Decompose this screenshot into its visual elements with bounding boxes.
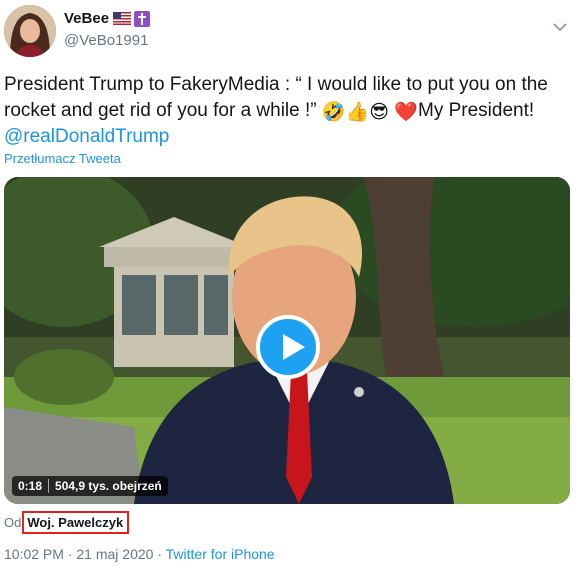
video-meta-bar: 0:18 504,9 tys. obejrzeń bbox=[12, 476, 168, 496]
tweet-header: VeBee @VeBo1991 bbox=[0, 0, 579, 60]
display-name-text[interactable]: VeBee bbox=[64, 10, 109, 27]
play-button[interactable] bbox=[256, 315, 320, 379]
tweet-date[interactable]: 21 maj 2020 bbox=[76, 546, 153, 562]
chevron-down-icon[interactable] bbox=[553, 22, 567, 32]
source-prefix: Od bbox=[4, 515, 22, 530]
cross-badge-icon bbox=[134, 10, 151, 27]
rofl-emoji-icon: 🤣 bbox=[321, 102, 346, 123]
tweet-text: President Trump to FakeryMedia : “ I wou… bbox=[4, 72, 570, 150]
display-name[interactable]: VeBee bbox=[64, 10, 151, 27]
video-duration: 0:18 bbox=[18, 479, 43, 493]
user-handle[interactable]: @VeBo1991 bbox=[64, 32, 148, 49]
video-source: Od Woj. Pawelczyk bbox=[4, 511, 130, 534]
sunglasses-emoji-icon: 😎 bbox=[369, 102, 390, 123]
tweet-footer: 10:02 PM · 21 maj 2020 · Twitter for iPh… bbox=[4, 546, 275, 562]
video-player[interactable]: 0:18 504,9 tys. obejrzeń bbox=[4, 177, 570, 504]
us-flag-icon bbox=[113, 12, 132, 25]
source-author-link[interactable]: Woj. Pawelczyk bbox=[22, 511, 130, 534]
thumbs-up-emoji-icon: 👍 bbox=[345, 102, 370, 123]
avatar[interactable] bbox=[4, 5, 56, 57]
tweet-time[interactable]: 10:02 PM bbox=[4, 546, 64, 562]
footer-separator-2: · bbox=[153, 546, 166, 562]
translate-tweet-link[interactable]: Przetłumacz Tweeta bbox=[4, 151, 121, 166]
video-views: 504,9 tys. obejrzeń bbox=[55, 479, 162, 493]
heart-emoji-icon: ❤️ bbox=[394, 102, 418, 123]
tweet-body-end: My President! bbox=[418, 100, 535, 121]
client-link[interactable]: Twitter for iPhone bbox=[166, 546, 275, 562]
mention-link[interactable]: @realDonaldTrump bbox=[4, 126, 169, 147]
footer-separator: · bbox=[63, 546, 77, 562]
